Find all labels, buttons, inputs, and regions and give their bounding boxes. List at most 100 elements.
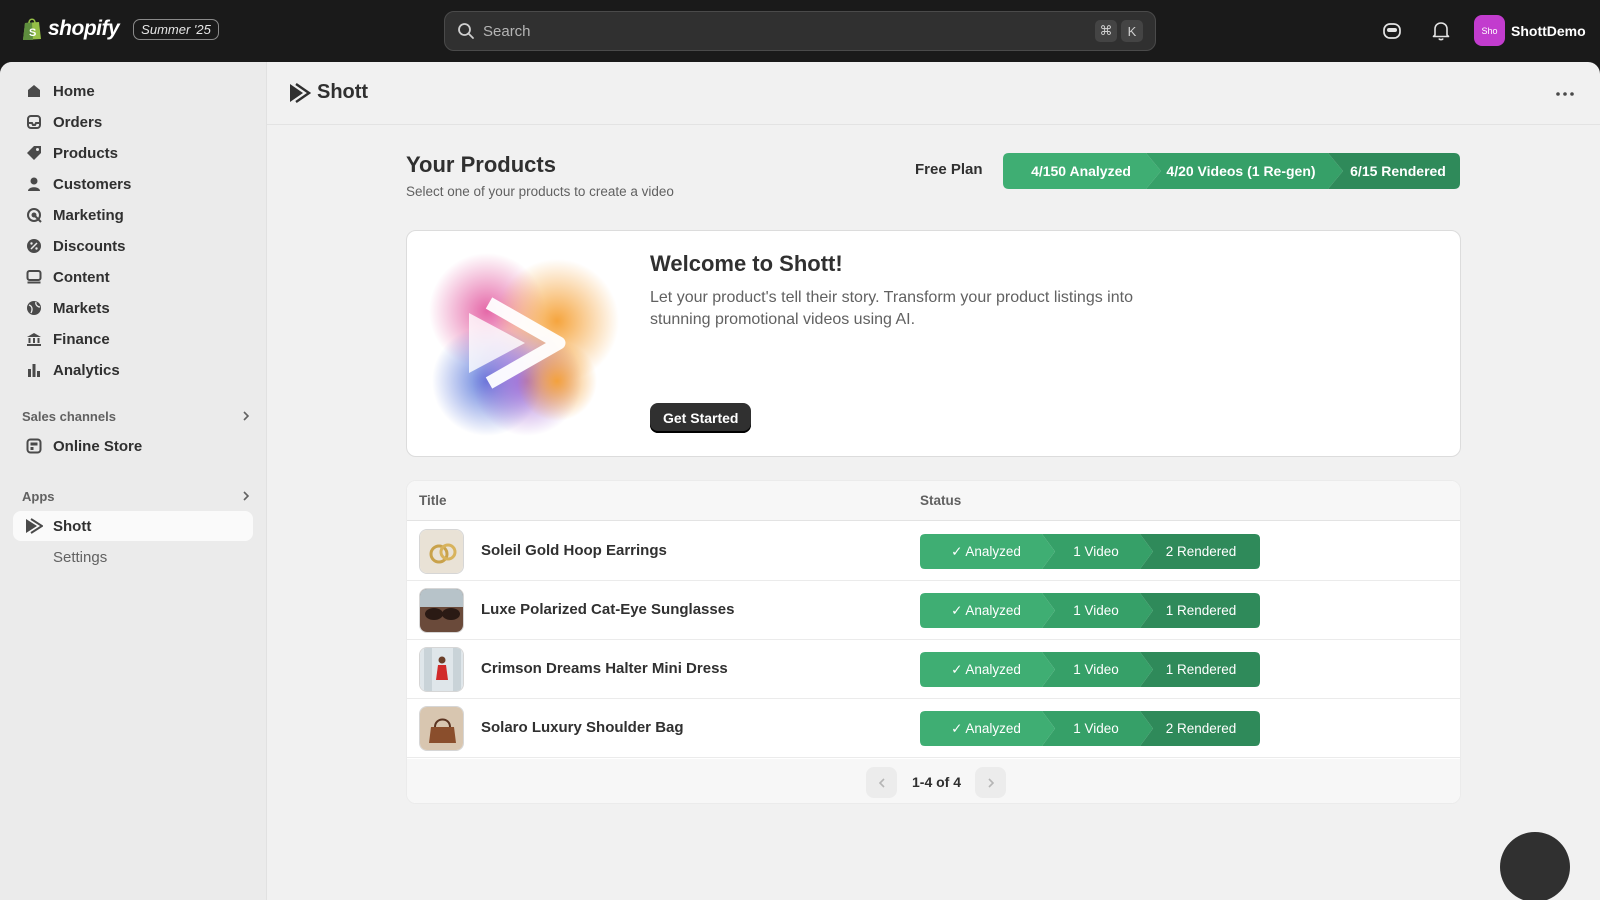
more-actions-button[interactable] [1552, 82, 1578, 106]
sales-channels-header[interactable]: Sales channels [22, 405, 252, 427]
top-bar: S shopify Summer '25 Search ⌘ K Sho Shot… [0, 0, 1600, 62]
welcome-title: Welcome to Shott! [650, 251, 843, 276]
search-icon [458, 23, 474, 39]
status-steps: ✓ Analyzed 1 Video 1 Rendered [920, 593, 1260, 628]
inbox-icon [25, 113, 43, 131]
products-table: Title Status Soleil Gold Hoop Earrings ✓… [406, 480, 1461, 804]
sidebar-item-finance[interactable]: Finance [13, 324, 253, 354]
edition-badge[interactable]: Summer '25 [133, 18, 219, 40]
svg-text:S: S [29, 27, 36, 39]
welcome-card: Welcome to Shott! Let your product's tel… [406, 230, 1461, 457]
page-title: Shott [289, 81, 368, 104]
sidebar-item-label: Orders [53, 113, 103, 131]
analyzed-label: ✓ Analyzed [951, 603, 1021, 618]
sidebar-item-customers[interactable]: Customers [13, 169, 253, 199]
table-row[interactable]: Luxe Polarized Cat-Eye Sunglasses ✓ Anal… [407, 581, 1460, 640]
ellipsis-icon [1556, 92, 1574, 96]
product-title[interactable]: Solaro Luxury Shoulder Bag [481, 719, 684, 736]
product-thumbnail-earrings [419, 529, 464, 574]
plan-usage-analyzed: 4/150 Analyzed [1031, 163, 1131, 179]
chevron-left-icon [878, 777, 885, 788]
home-icon [25, 82, 43, 100]
analyzed-label: ✓ Analyzed [951, 662, 1021, 677]
sidebar-item-markets[interactable]: Markets [13, 293, 253, 323]
pagination-label: 1-4 of 4 [912, 774, 962, 790]
sidebar-item-label: Markets [53, 299, 110, 317]
table-row[interactable]: Crimson Dreams Halter Mini Dress ✓ Analy… [407, 640, 1460, 699]
product-title[interactable]: Luxe Polarized Cat-Eye Sunglasses [481, 601, 734, 618]
column-header-status[interactable]: Status [920, 493, 961, 508]
product-thumbnail-bag [419, 706, 464, 751]
sidekick-glyph-icon [1383, 23, 1401, 39]
sidebar-item-home[interactable]: Home [13, 76, 253, 106]
sidebar-item-analytics[interactable]: Analytics [13, 355, 253, 385]
discount-icon [25, 237, 43, 255]
videos-label: 1 Video [1073, 662, 1119, 677]
search-bar[interactable]: Search ⌘ K [444, 11, 1156, 51]
brand-name: shopify [48, 17, 120, 40]
previous-page-button[interactable] [866, 767, 897, 798]
get-started-button[interactable]: Get Started [650, 403, 752, 433]
videos-label: 1 Video [1073, 603, 1119, 618]
sidebar-item-shott[interactable]: Shott [13, 511, 253, 541]
bell-glyph-icon [1432, 22, 1450, 41]
plan-label: Free Plan [915, 161, 983, 178]
sidebar-item-label: Finance [53, 330, 110, 348]
next-page-button[interactable] [975, 767, 1006, 798]
person-icon [25, 175, 43, 193]
sidebar-item-label: Marketing [53, 206, 124, 224]
sidebar-item-online-store[interactable]: Online Store [13, 431, 253, 461]
sidebar-item-label: Analytics [53, 361, 120, 379]
apps-header[interactable]: Apps [22, 485, 252, 507]
target-icon [25, 206, 43, 224]
chevron-right-icon [987, 777, 994, 788]
sidekick-icon[interactable] [1380, 19, 1404, 43]
shott-logo-icon [290, 82, 311, 103]
sidebar-item-label: Discounts [53, 237, 126, 255]
status-steps: ✓ Analyzed 1 Video 2 Rendered [920, 711, 1260, 746]
status-steps: ✓ Analyzed 1 Video 1 Rendered [920, 652, 1260, 687]
plan-usage-videos: 4/20 Videos (1 Re-gen) [1166, 163, 1315, 179]
products-heading: Your Products [406, 152, 556, 177]
chevron-right-icon [243, 411, 250, 421]
shortcut-key-k: K [1121, 20, 1143, 42]
product-thumbnail-sunglasses [419, 588, 464, 633]
sidebar-item-label: Online Store [53, 437, 143, 455]
shopify-logo[interactable]: S shopify Summer '25 [22, 17, 219, 41]
rendered-label: 1 Rendered [1166, 603, 1237, 618]
product-title[interactable]: Soleil Gold Hoop Earrings [481, 542, 667, 559]
product-title[interactable]: Crimson Dreams Halter Mini Dress [481, 660, 728, 677]
pagination: 1-4 of 4 [407, 759, 1460, 803]
rendered-label: 2 Rendered [1166, 544, 1237, 559]
avatar: Sho [1474, 15, 1505, 46]
tag-icon [25, 144, 43, 162]
column-header-title[interactable]: Title [419, 493, 447, 508]
bar-chart-icon [25, 361, 43, 379]
sidebar-item-discounts[interactable]: Discounts [13, 231, 253, 261]
sidebar-item-label: Shott [53, 517, 92, 535]
table-row[interactable]: Solaro Luxury Shoulder Bag ✓ Analyzed 1 … [407, 699, 1460, 758]
analyzed-label: ✓ Analyzed [951, 721, 1021, 736]
admin-frame: Home Orders Products Customers Marketing… [0, 62, 1600, 900]
store-name: ShottDemo [1511, 22, 1586, 39]
help-launcher-button[interactable] [1500, 832, 1570, 900]
sidebar-item-label: Content [53, 268, 110, 286]
sidebar-item-label: Products [53, 144, 119, 162]
sidebar-item-products[interactable]: Products [13, 138, 253, 168]
welcome-description: Let your product's tell their story. Tra… [650, 289, 1133, 328]
search-input[interactable]: Search [483, 23, 1091, 40]
app-title: Shott [317, 81, 369, 103]
notifications-bell-icon[interactable] [1429, 19, 1453, 43]
sales-channels-label: Sales channels [22, 408, 116, 424]
sidebar-item-content[interactable]: Content [13, 262, 253, 292]
sidebar-item-orders[interactable]: Orders [13, 107, 253, 137]
account-menu[interactable]: Sho ShottDemo [1474, 15, 1586, 46]
rendered-label: 1 Rendered [1166, 662, 1237, 677]
table-row[interactable]: Soleil Gold Hoop Earrings ✓ Analyzed 1 V… [407, 522, 1460, 581]
chevron-right-icon [243, 491, 250, 501]
sidebar-item-settings[interactable]: Settings [13, 542, 253, 572]
shopify-bag-icon: S [23, 18, 41, 40]
sidebar-item-label: Settings [53, 548, 108, 566]
color-splash-play-icon [429, 253, 619, 436]
sidebar-item-marketing[interactable]: Marketing [13, 200, 253, 230]
